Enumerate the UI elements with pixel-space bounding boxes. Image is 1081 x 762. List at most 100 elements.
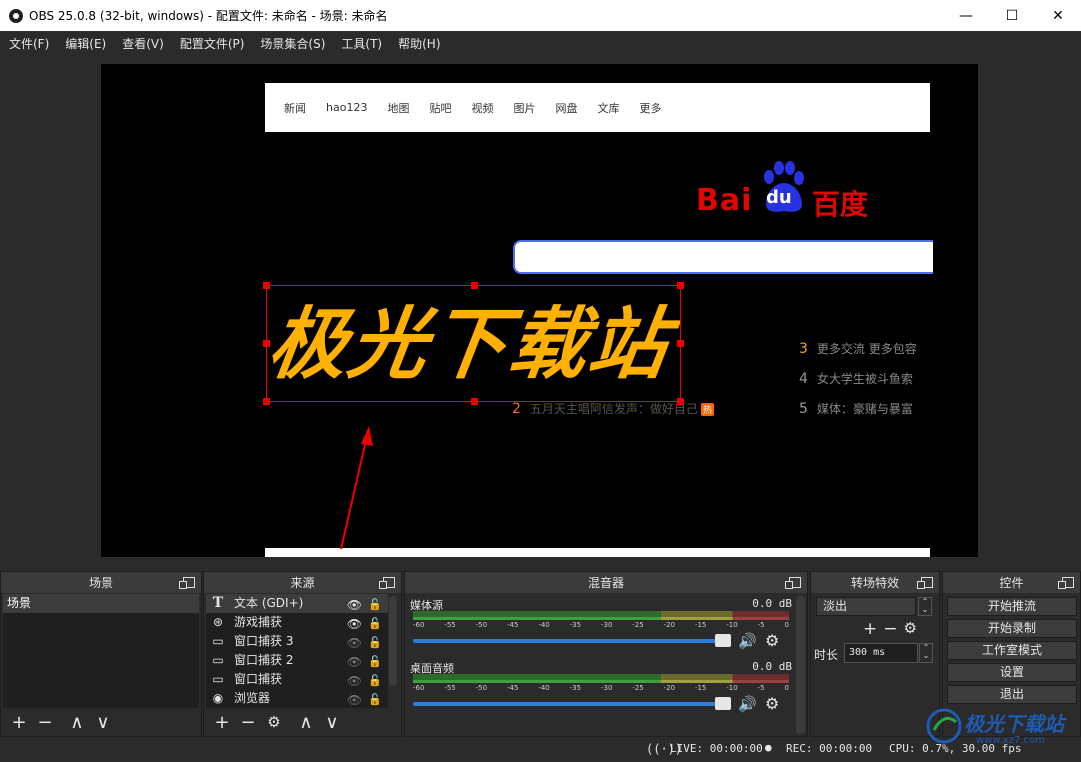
- gear-icon[interactable]: ⚙: [765, 631, 779, 650]
- start-streaming-button[interactable]: 开始推流: [947, 597, 1077, 616]
- menu-profile[interactable]: 配置文件(P): [175, 35, 250, 52]
- lock-icon[interactable]: 🔓: [368, 614, 382, 633]
- gamepad-icon: ⊛: [212, 615, 224, 629]
- transition-gear-icon[interactable]: ⚙: [904, 619, 917, 639]
- undock-icon[interactable]: [379, 577, 395, 589]
- source-item[interactable]: ⊛ 游戏捕获 👁 🔓: [206, 613, 388, 632]
- volume-slider[interactable]: [413, 702, 731, 706]
- resize-handle[interactable]: [677, 398, 684, 405]
- scene-item[interactable]: 场景: [3, 594, 199, 613]
- transition-select-spinner[interactable]: ⌃ ⌄: [918, 597, 932, 616]
- undock-icon[interactable]: [179, 577, 195, 589]
- add-transition-button[interactable]: +: [863, 619, 877, 639]
- move-down-icon[interactable]: ∨: [319, 712, 345, 733]
- resize-handle[interactable]: [263, 340, 270, 347]
- source-properties-gear-icon[interactable]: ⚙: [261, 713, 287, 731]
- preview-area: 新闻 hao123 地图 贴吧 视频 图片 网盘 文库 更多 Bai du 百度: [0, 55, 1081, 566]
- remove-scene-button[interactable]: −: [32, 712, 58, 733]
- rec-timer: REC: 00:00:00: [786, 742, 873, 755]
- window-icon: ▭: [212, 672, 224, 686]
- mixer-dock: 混音器 媒体源 0.0 dB -60 -55 -50 -45 -40 -35 -30 -25-…: [404, 571, 808, 737]
- transition-select[interactable]: 淡出: [816, 597, 916, 616]
- source-item[interactable]: ▭ 窗口捕获 👁 🔓: [206, 670, 388, 689]
- move-down-icon[interactable]: ∨: [90, 712, 116, 733]
- sources-dock-title: 来源: [204, 572, 401, 593]
- start-recording-button[interactable]: 开始录制: [947, 619, 1077, 638]
- menu-help[interactable]: 帮助(H): [393, 35, 445, 52]
- mixer-scrollbar[interactable]: [796, 596, 805, 734]
- source-item[interactable]: T 文本 (GDI+) 👁 🔓: [206, 594, 388, 613]
- window-title: OBS 25.0.8 (32-bit, windows) - 配置文件: 未命名…: [29, 9, 388, 23]
- menu-edit[interactable]: 编辑(E): [60, 35, 111, 52]
- source-item[interactable]: ▭ 窗口捕获 3 👁 🔓: [206, 632, 388, 651]
- globe-icon: ◉: [212, 691, 224, 705]
- volume-slider[interactable]: [413, 639, 731, 643]
- volume-meter-peak: [413, 680, 789, 683]
- resize-handle[interactable]: [263, 282, 270, 289]
- hot-item-3: 3 更多交流 更多包容: [799, 341, 917, 357]
- resize-handle[interactable]: [677, 340, 684, 347]
- add-source-button[interactable]: +: [209, 712, 235, 733]
- hidden-eye-icon[interactable]: 👁: [347, 691, 362, 710]
- resize-handle[interactable]: [263, 398, 270, 405]
- live-timer: LIVE: 00:00:00: [670, 742, 763, 755]
- baidu-logo: Bai du 百度: [696, 161, 876, 221]
- add-scene-button[interactable]: +: [6, 712, 32, 733]
- hot-badge: 热: [700, 403, 714, 416]
- menu-view[interactable]: 查看(V): [117, 35, 169, 52]
- exit-button[interactable]: 退出: [947, 685, 1077, 704]
- nav-images: 图片: [513, 101, 536, 115]
- hot-item-5: 5 媒体：豪赌与暴富: [799, 401, 913, 417]
- resize-handle[interactable]: [677, 282, 684, 289]
- nav-tieba: 贴吧: [429, 101, 452, 115]
- lock-icon[interactable]: 🔓: [368, 633, 382, 652]
- duration-spinner[interactable]: ⌃ ⌄: [919, 643, 933, 663]
- speaker-icon[interactable]: 🔊: [738, 632, 757, 650]
- source-item[interactable]: ▭ 窗口捕获 2 👁 🔓: [206, 651, 388, 670]
- site-watermark: 极光下载站 www.xz7.com: [916, 706, 1076, 746]
- lock-icon[interactable]: 🔓: [368, 595, 382, 614]
- nav-more: 更多: [639, 101, 662, 115]
- meter-scale: -60 -55 -50 -45 -40 -35 -30 -25 -20 -15 -10 -5 0: [413, 684, 789, 692]
- resize-handle[interactable]: [471, 398, 478, 405]
- move-up-icon[interactable]: ∧: [293, 712, 319, 733]
- remove-source-button[interactable]: −: [235, 712, 261, 733]
- close-button[interactable]: ✕: [1035, 0, 1081, 31]
- menu-tools[interactable]: 工具(T): [336, 35, 387, 52]
- undock-icon[interactable]: [917, 577, 933, 589]
- volume-slider-handle[interactable]: [715, 634, 731, 647]
- minimize-button[interactable]: —: [943, 0, 989, 31]
- baidu-logo-latin: Bai: [696, 183, 753, 218]
- speaker-icon[interactable]: 🔊: [738, 695, 757, 713]
- annotation-arrow-icon: [340, 426, 373, 550]
- duration-input[interactable]: 300 ms: [844, 643, 918, 663]
- sources-list: T 文本 (GDI+) 👁 🔓 ⊛ 游戏捕获 👁 🔓 ▭ 窗口捕获 3 👁 🔓 …: [206, 594, 388, 708]
- lock-icon[interactable]: 🔓: [368, 671, 382, 690]
- preview-canvas[interactable]: 新闻 hao123 地图 贴吧 视频 图片 网盘 文库 更多 Bai du 百度: [101, 64, 978, 557]
- source-item[interactable]: ◉ 浏览器 👁 🔓: [206, 689, 388, 708]
- studio-mode-button[interactable]: 工作室模式: [947, 641, 1077, 660]
- gear-icon[interactable]: ⚙: [765, 694, 779, 713]
- volume-slider-handle[interactable]: [715, 697, 731, 710]
- scenes-toolbar: + − ∧ ∨: [2, 709, 200, 735]
- resize-handle[interactable]: [471, 282, 478, 289]
- maximize-button[interactable]: ☐: [989, 0, 1035, 31]
- sources-scrollbar[interactable]: [389, 596, 397, 686]
- scenes-list: 场景: [3, 594, 199, 708]
- baidu-nav: 新闻 hao123 地图 贴吧 视频 图片 网盘 文库 更多: [265, 83, 930, 132]
- title-bar: OBS 25.0.8 (32-bit, windows) - 配置文件: 未命名…: [0, 0, 1081, 31]
- source-selection-box[interactable]: [263, 282, 684, 405]
- menu-file[interactable]: 文件(F): [4, 35, 54, 52]
- sources-toolbar: + − ⚙ ∧ ∨: [205, 709, 400, 735]
- lock-icon[interactable]: 🔓: [368, 690, 382, 709]
- undock-icon[interactable]: [1058, 577, 1074, 589]
- remove-transition-button[interactable]: −: [883, 619, 897, 639]
- settings-button[interactable]: 设置: [947, 663, 1077, 682]
- lock-icon[interactable]: 🔓: [368, 652, 382, 671]
- baidu-logo-cn: 百度: [812, 188, 869, 221]
- move-up-icon[interactable]: ∧: [64, 712, 90, 733]
- window-controls: — ☐ ✕: [943, 0, 1081, 31]
- undock-icon[interactable]: [785, 577, 801, 589]
- scenes-dock: 场景 场景 + − ∧ ∨: [0, 571, 202, 737]
- menu-scene-collection[interactable]: 场景集合(S): [255, 35, 330, 52]
